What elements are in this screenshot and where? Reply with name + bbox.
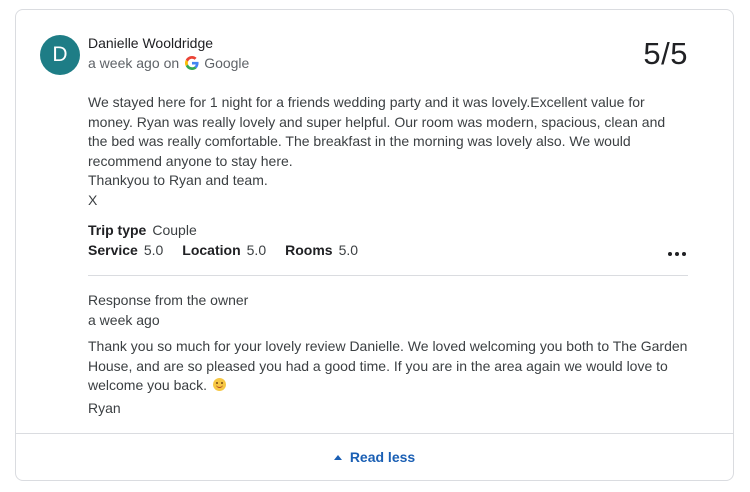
owner-response-title: Response from the owner [88, 292, 249, 308]
review-paragraph: X [88, 191, 98, 208]
owner-response-text: Thank you so much for your lovely review… [88, 337, 698, 396]
sub-rating-location: Location 5.0 [182, 242, 266, 258]
trip-type-label: Trip type [88, 222, 147, 238]
smiling-face-emoji-icon [212, 378, 226, 392]
sub-rating-value: 5.0 [143, 242, 164, 258]
on-label: on [163, 55, 180, 71]
sub-rating-value: 5.0 [338, 242, 359, 258]
sub-ratings: Service 5.0 Location 5.0 Rooms 5.0 [88, 242, 358, 258]
read-less-label: Read less [349, 449, 416, 465]
sub-rating-rooms: Rooms 5.0 [285, 242, 358, 258]
author-name[interactable]: Danielle Wooldridge [88, 35, 213, 51]
review-time: a week ago [88, 55, 160, 71]
owner-response-time: a week ago [88, 312, 160, 328]
sub-rating-label: Rooms [285, 242, 333, 258]
owner-response-body: Thank you so much for your lovely review… [88, 338, 688, 394]
sub-rating-label: Location [182, 242, 241, 258]
more-options-icon[interactable] [668, 251, 686, 257]
avatar[interactable]: D [40, 35, 80, 75]
sub-rating-value: 5.0 [246, 242, 267, 258]
read-less-button[interactable]: Read less [16, 434, 733, 480]
owner-signature: Ryan [88, 400, 121, 416]
review-card: D Danielle Wooldridge a week ago on Goog… [15, 9, 734, 481]
trip-type: Trip type Couple [88, 222, 197, 238]
rating-score: 5/5 [643, 36, 688, 71]
review-meta: a week ago on Google [88, 55, 249, 71]
google-icon [185, 56, 199, 70]
divider [88, 275, 688, 276]
sub-rating-label: Service [88, 242, 138, 258]
review-text: We stayed here for 1 night for a friends… [88, 93, 678, 211]
sub-rating-service: Service 5.0 [88, 242, 163, 258]
caret-up-icon [333, 454, 342, 460]
review-source: Google [204, 55, 250, 71]
review-paragraph: We stayed here for 1 night for a friends… [88, 94, 666, 169]
review-paragraph: Thankyou to Ryan and team. [88, 172, 268, 189]
trip-type-value: Couple [152, 222, 197, 238]
